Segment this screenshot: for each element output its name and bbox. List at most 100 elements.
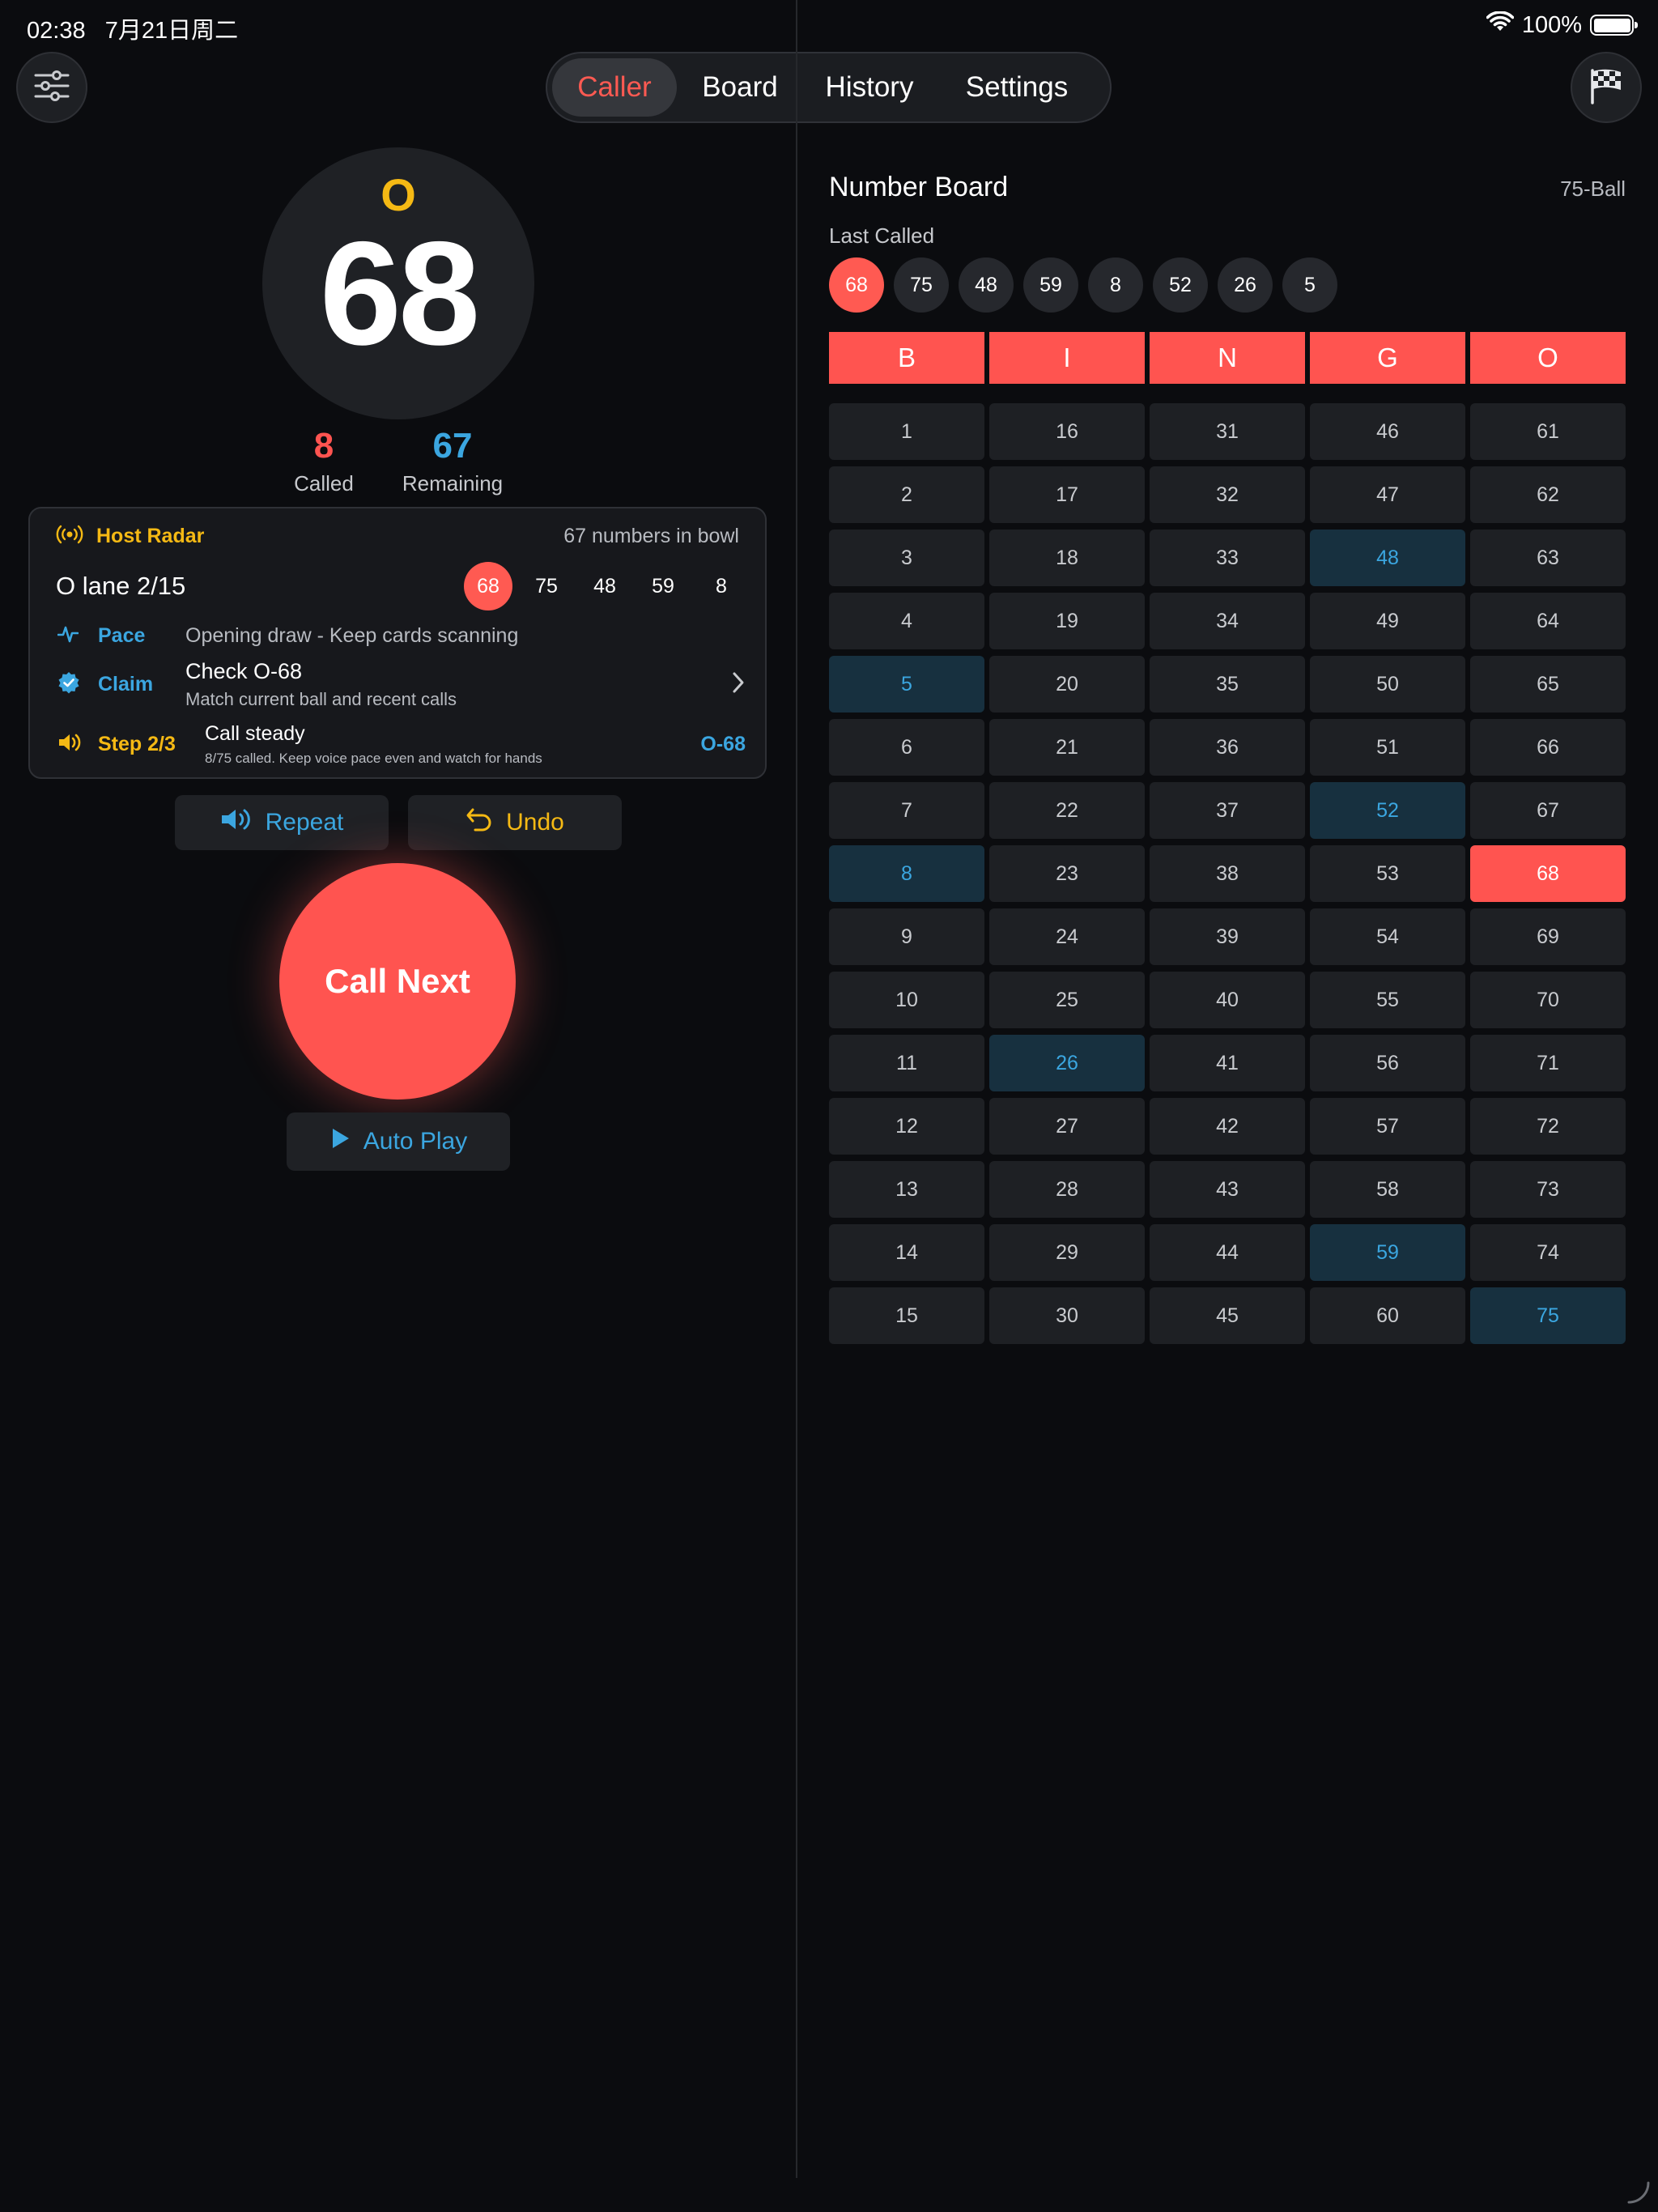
board-cell[interactable]: 37 xyxy=(1150,782,1305,839)
board-cell[interactable]: 35 xyxy=(1150,656,1305,713)
board-cell[interactable]: 11 xyxy=(829,1035,984,1091)
board-cell[interactable]: 68 xyxy=(1470,845,1626,902)
board-cell[interactable]: 48 xyxy=(1310,530,1465,586)
board-cell[interactable]: 1 xyxy=(829,403,984,460)
board-cell[interactable]: 51 xyxy=(1310,719,1465,776)
board-cell[interactable]: 6 xyxy=(829,719,984,776)
board-cell[interactable]: 54 xyxy=(1310,908,1465,965)
board-cell[interactable]: 4 xyxy=(829,593,984,649)
board-cell[interactable]: 47 xyxy=(1310,466,1465,523)
board-cell[interactable]: 32 xyxy=(1150,466,1305,523)
board-cell[interactable]: 28 xyxy=(989,1161,1145,1218)
board-cell[interactable]: 45 xyxy=(1150,1287,1305,1344)
board-cell[interactable]: 69 xyxy=(1470,908,1626,965)
board-cell[interactable]: 73 xyxy=(1470,1161,1626,1218)
step-title: Call steady xyxy=(205,722,305,745)
board-cell[interactable]: 36 xyxy=(1150,719,1305,776)
board-cell[interactable]: 70 xyxy=(1470,972,1626,1028)
board-cell[interactable]: 71 xyxy=(1470,1035,1626,1091)
board-cell[interactable]: 42 xyxy=(1150,1098,1305,1155)
step-ball: O-68 xyxy=(700,733,746,755)
auto-play-button[interactable]: Auto Play xyxy=(287,1112,510,1171)
board-cell[interactable]: 33 xyxy=(1150,530,1305,586)
board-cell[interactable]: 52 xyxy=(1310,782,1465,839)
pulse-icon xyxy=(57,623,87,649)
undo-label: Undo xyxy=(506,809,564,836)
finish-game-button[interactable] xyxy=(1571,52,1642,123)
resize-grip-icon[interactable] xyxy=(1626,2180,1650,2208)
board-cell[interactable]: 12 xyxy=(829,1098,984,1155)
board-cell[interactable]: 25 xyxy=(989,972,1145,1028)
last-called-ball: 5 xyxy=(1282,257,1337,313)
board-cell[interactable]: 20 xyxy=(989,656,1145,713)
board-cell[interactable]: 13 xyxy=(829,1161,984,1218)
board-cell[interactable]: 56 xyxy=(1310,1035,1465,1091)
board-cell[interactable]: 5 xyxy=(829,656,984,713)
board-cell[interactable]: 10 xyxy=(829,972,984,1028)
called-label: Called xyxy=(294,471,354,496)
tab-board[interactable]: Board xyxy=(677,58,803,117)
board-cell[interactable]: 9 xyxy=(829,908,984,965)
board-cell[interactable]: 44 xyxy=(1150,1224,1305,1281)
board-cell[interactable]: 15 xyxy=(829,1287,984,1344)
board-cell[interactable]: 64 xyxy=(1470,593,1626,649)
board-cell[interactable]: 72 xyxy=(1470,1098,1626,1155)
board-cell[interactable]: 57 xyxy=(1310,1098,1465,1155)
board-cell[interactable]: 21 xyxy=(989,719,1145,776)
board-cell[interactable]: 38 xyxy=(1150,845,1305,902)
board-cell[interactable]: 29 xyxy=(989,1224,1145,1281)
board-cell[interactable]: 61 xyxy=(1470,403,1626,460)
board-cell[interactable]: 8 xyxy=(829,845,984,902)
tab-settings[interactable]: Settings xyxy=(936,58,1098,117)
undo-button[interactable]: Undo xyxy=(408,795,622,850)
claim-title: Check O-68 xyxy=(185,659,303,683)
board-cell[interactable]: 17 xyxy=(989,466,1145,523)
board-cell[interactable]: 7 xyxy=(829,782,984,839)
call-next-button[interactable]: Call Next xyxy=(279,863,516,1100)
board-cell[interactable]: 23 xyxy=(989,845,1145,902)
board-cell[interactable]: 16 xyxy=(989,403,1145,460)
board-cell[interactable]: 60 xyxy=(1310,1287,1465,1344)
board-cell[interactable]: 74 xyxy=(1470,1224,1626,1281)
board-cell[interactable]: 2 xyxy=(829,466,984,523)
board-cell[interactable]: 31 xyxy=(1150,403,1305,460)
board-cell[interactable]: 40 xyxy=(1150,972,1305,1028)
board-cell[interactable]: 14 xyxy=(829,1224,984,1281)
claim-row[interactable]: Claim Check O-68 Match current ball and … xyxy=(57,659,746,710)
filters-button[interactable] xyxy=(16,52,87,123)
board-cell[interactable]: 34 xyxy=(1150,593,1305,649)
last-called-ball: 52 xyxy=(1153,257,1208,313)
speaker-wave-icon xyxy=(220,807,253,838)
board-cell[interactable]: 59 xyxy=(1310,1224,1465,1281)
board-cell[interactable]: 24 xyxy=(989,908,1145,965)
tab-history[interactable]: History xyxy=(803,58,936,117)
board-cell[interactable]: 46 xyxy=(1310,403,1465,460)
current-ball: O 68 xyxy=(262,147,534,419)
board-cell[interactable]: 66 xyxy=(1470,719,1626,776)
last-called-label: Last Called xyxy=(829,223,935,248)
board-cell[interactable]: 30 xyxy=(989,1287,1145,1344)
board-cell[interactable]: 62 xyxy=(1470,466,1626,523)
board-cell[interactable]: 19 xyxy=(989,593,1145,649)
board-cell[interactable]: 41 xyxy=(1150,1035,1305,1091)
board-cell[interactable]: 55 xyxy=(1310,972,1465,1028)
repeat-button[interactable]: Repeat xyxy=(175,795,389,850)
board-cell[interactable]: 26 xyxy=(989,1035,1145,1091)
last-called-ball: 59 xyxy=(1023,257,1078,313)
board-cell[interactable]: 39 xyxy=(1150,908,1305,965)
last-called-ball: 68 xyxy=(829,257,884,313)
board-cell[interactable]: 43 xyxy=(1150,1161,1305,1218)
board-cell[interactable]: 50 xyxy=(1310,656,1465,713)
board-cell[interactable]: 49 xyxy=(1310,593,1465,649)
tab-caller[interactable]: Caller xyxy=(552,58,677,117)
board-cell[interactable]: 22 xyxy=(989,782,1145,839)
board-cell[interactable]: 53 xyxy=(1310,845,1465,902)
board-cell[interactable]: 18 xyxy=(989,530,1145,586)
board-cell[interactable]: 75 xyxy=(1470,1287,1626,1344)
board-cell[interactable]: 63 xyxy=(1470,530,1626,586)
board-cell[interactable]: 65 xyxy=(1470,656,1626,713)
board-cell[interactable]: 3 xyxy=(829,530,984,586)
board-cell[interactable]: 27 xyxy=(989,1098,1145,1155)
board-cell[interactable]: 58 xyxy=(1310,1161,1465,1218)
board-cell[interactable]: 67 xyxy=(1470,782,1626,839)
